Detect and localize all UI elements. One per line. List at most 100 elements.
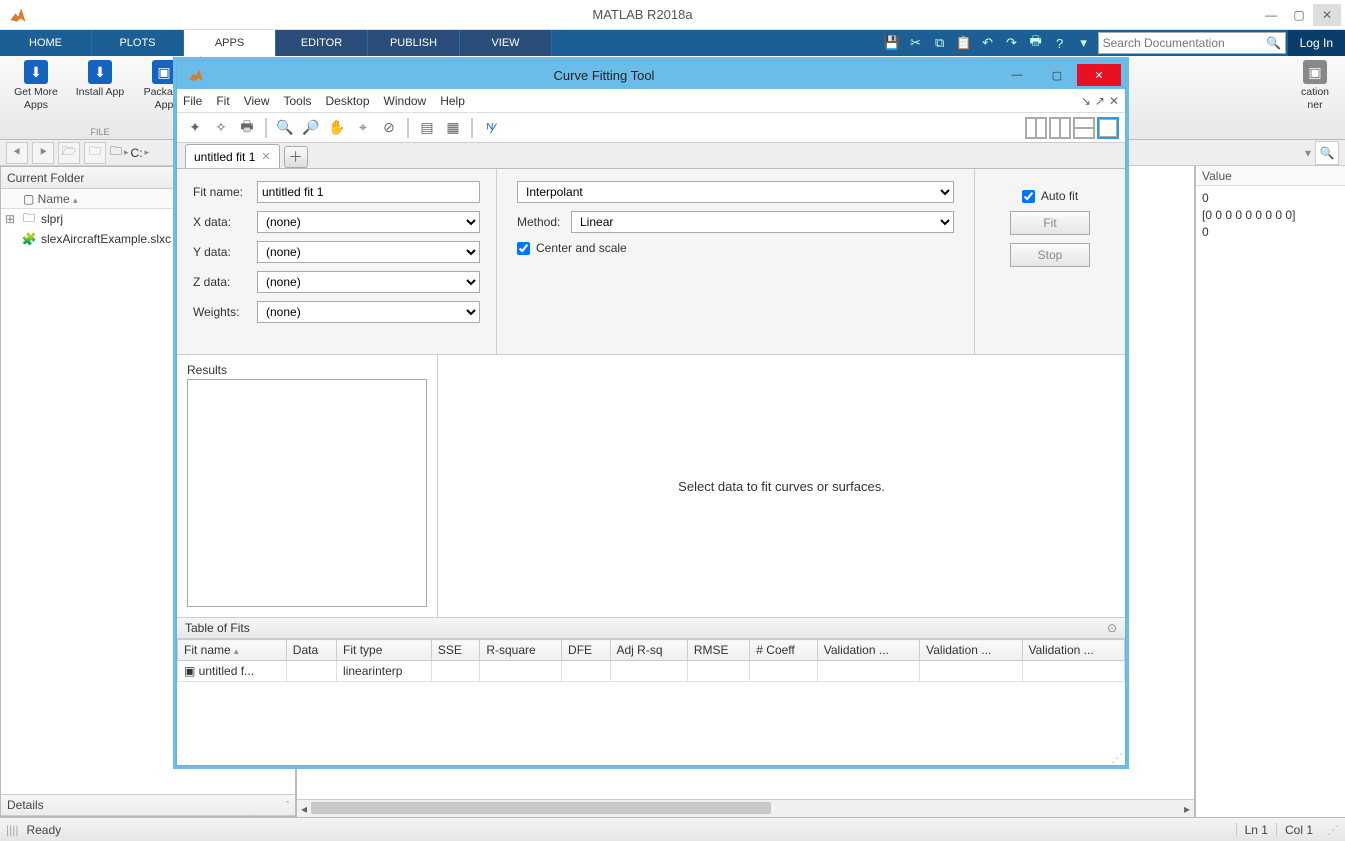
help-icon[interactable]: ? [1048,30,1072,56]
status-line: Ln 1 [1236,823,1276,837]
table-row[interactable]: ▣ untitled f... linearinterp [178,661,1125,682]
tab-home[interactable]: HOME [0,30,92,56]
center-scale-checkbox[interactable] [517,242,530,255]
fit-button[interactable]: Fit [1010,211,1090,235]
pan-icon[interactable]: ✋ [325,116,349,140]
undo-icon[interactable]: ↶ [976,30,1000,56]
curve-fitting-tool-window: Curve Fitting Tool — ▢ ✕ File Fit View T… [176,60,1126,766]
get-more-apps-button[interactable]: ⬇Get More Apps [10,60,62,111]
table-of-fits-header[interactable]: Table of Fits ⊙ [177,617,1125,639]
workspace-value-column[interactable]: Value [1196,166,1345,186]
cftool-close-button[interactable]: ✕ [1077,64,1121,86]
model-type-select[interactable]: Interpolant [517,181,954,203]
save-icon[interactable]: 💾 [880,30,904,56]
menu-fit[interactable]: Fit [216,94,229,108]
cftool-menubar: File Fit View Tools Desktop Window Help … [177,89,1125,113]
stop-button[interactable]: Stop [1010,243,1090,267]
status-text: Ready [26,823,61,837]
tab-publish[interactable]: PUBLISH [368,30,460,56]
exclude-icon[interactable]: ⊘ [377,116,401,140]
table-of-fits[interactable]: Fit name ▴ Data Fit type SSE R-square DF… [177,639,1125,735]
cftool-maximize-button[interactable]: ▢ [1037,64,1077,86]
z-data-select[interactable]: (none) [257,271,480,293]
tab-apps[interactable]: APPS [184,30,276,56]
cut-icon[interactable]: ✂ [904,30,928,56]
close-button[interactable]: ✕ [1313,4,1341,26]
undock-icon[interactable]: ↗ [1095,94,1105,108]
nav-up-button[interactable]: 🗁 [58,142,80,164]
weights-select[interactable]: (none) [257,301,480,323]
resize-grip-icon[interactable]: ⋰ [1327,823,1339,837]
cftool-minimize-button[interactable]: — [997,64,1037,86]
results-textarea[interactable] [187,379,427,607]
layout-2x1-button[interactable] [1073,117,1095,139]
scroll-left-icon[interactable]: ◂ [297,800,311,818]
add-fit-tab-button[interactable]: ＋ [284,146,308,168]
paste-icon[interactable]: 📋 [952,30,976,56]
print-icon[interactable]: 🖶 [1024,30,1048,56]
layout-1x2-button[interactable] [1049,117,1071,139]
menu-file[interactable]: File [183,94,202,108]
pan-right-icon[interactable]: ✧ [209,116,233,140]
close-tab-icon[interactable]: ✕ [261,150,270,163]
details-header[interactable]: Detailsˆ [1,794,295,816]
menu-desktop[interactable]: Desktop [326,94,370,108]
search-documentation[interactable]: 🔍 [1098,32,1286,54]
nav-back-button[interactable]: ⯇ [6,142,28,164]
fit-name-input[interactable] [257,181,480,203]
matlab-logo-icon [8,5,28,25]
zoom-in-icon[interactable]: 🔍 [273,116,297,140]
print-icon[interactable]: 🖶 [235,116,259,140]
results-panel: Results [177,355,437,617]
matlab-logo-icon [187,66,205,84]
menu-help[interactable]: Help [440,94,465,108]
search-icon[interactable]: 🔍 [1263,36,1285,50]
zoom-out-icon[interactable]: 🔎 [299,116,323,140]
scroll-thumb[interactable] [311,802,771,814]
residuals-icon[interactable]: ᴺ⁄ [479,116,503,140]
search-input[interactable] [1099,36,1263,50]
cftool-resize-grip-icon[interactable]: ⋰ [1111,751,1123,763]
tab-editor[interactable]: EDITOR [276,30,368,56]
layout-2x2-button[interactable] [1025,117,1047,139]
pan-left-icon[interactable]: ✦ [183,116,207,140]
app-designer-fragment[interactable]: ▣ cation ner [1295,60,1335,111]
fit-tab[interactable]: untitled fit 1 ✕ [185,144,280,168]
legend-icon[interactable]: ▤ [415,116,439,140]
window-title: MATLAB R2018a [28,7,1257,22]
plot-area: Select data to fit curves or surfaces. [437,355,1125,617]
nav-forward-button[interactable]: ⯈ [32,142,54,164]
menu-tools[interactable]: Tools [283,94,311,108]
nav-browse-button[interactable]: 🗀 [84,142,106,164]
grid-icon[interactable]: ▦ [441,116,465,140]
dropdown-icon[interactable]: ▾ [1072,30,1096,56]
minimize-button[interactable]: — [1257,4,1285,26]
login-button[interactable]: Log In [1288,30,1345,56]
layout-single-button[interactable] [1097,117,1119,139]
cftool-titlebar[interactable]: Curve Fitting Tool — ▢ ✕ [177,61,1125,89]
auto-fit-checkbox[interactable] [1022,190,1035,203]
horizontal-scrollbar[interactable]: ◂ ▸ [297,799,1194,817]
method-select[interactable]: Linear [571,211,954,233]
menu-view[interactable]: View [244,94,270,108]
tab-plots[interactable]: PLOTS [92,30,184,56]
path-search-button[interactable]: 🔍 [1315,141,1339,165]
fit-data-panel: Fit name: X data:(none) Y data:(none) Z … [177,169,497,354]
data-cursor-icon[interactable]: ⌖ [351,116,375,140]
maximize-button[interactable]: ▢ [1285,4,1313,26]
copy-icon[interactable]: ⧉ [928,30,952,56]
matlab-titlebar: MATLAB R2018a — ▢ ✕ [0,0,1345,30]
tof-collapse-icon[interactable]: ⊙ [1107,621,1117,635]
cftool-toolbar: ✦ ✧ 🖶 🔍 🔎 ✋ ⌖ ⊘ ▤ ▦ ᴺ⁄ [177,113,1125,143]
menu-window[interactable]: Window [384,94,427,108]
install-app-button[interactable]: ⬇Install App [74,60,126,111]
redo-icon[interactable]: ↷ [1000,30,1024,56]
inner-close-icon[interactable]: ✕ [1109,94,1119,108]
toolstrip-tabs: HOME PLOTS APPS EDITOR PUBLISH VIEW 💾 ✂ … [0,30,1345,56]
x-data-select[interactable]: (none) [257,211,480,233]
dock-icon[interactable]: ↘ [1081,94,1091,108]
y-data-select[interactable]: (none) [257,241,480,263]
scroll-right-icon[interactable]: ▸ [1180,800,1194,818]
tab-view[interactable]: VIEW [460,30,552,56]
status-bar: |||| Ready Ln 1 Col 1 ⋰ [0,817,1345,841]
